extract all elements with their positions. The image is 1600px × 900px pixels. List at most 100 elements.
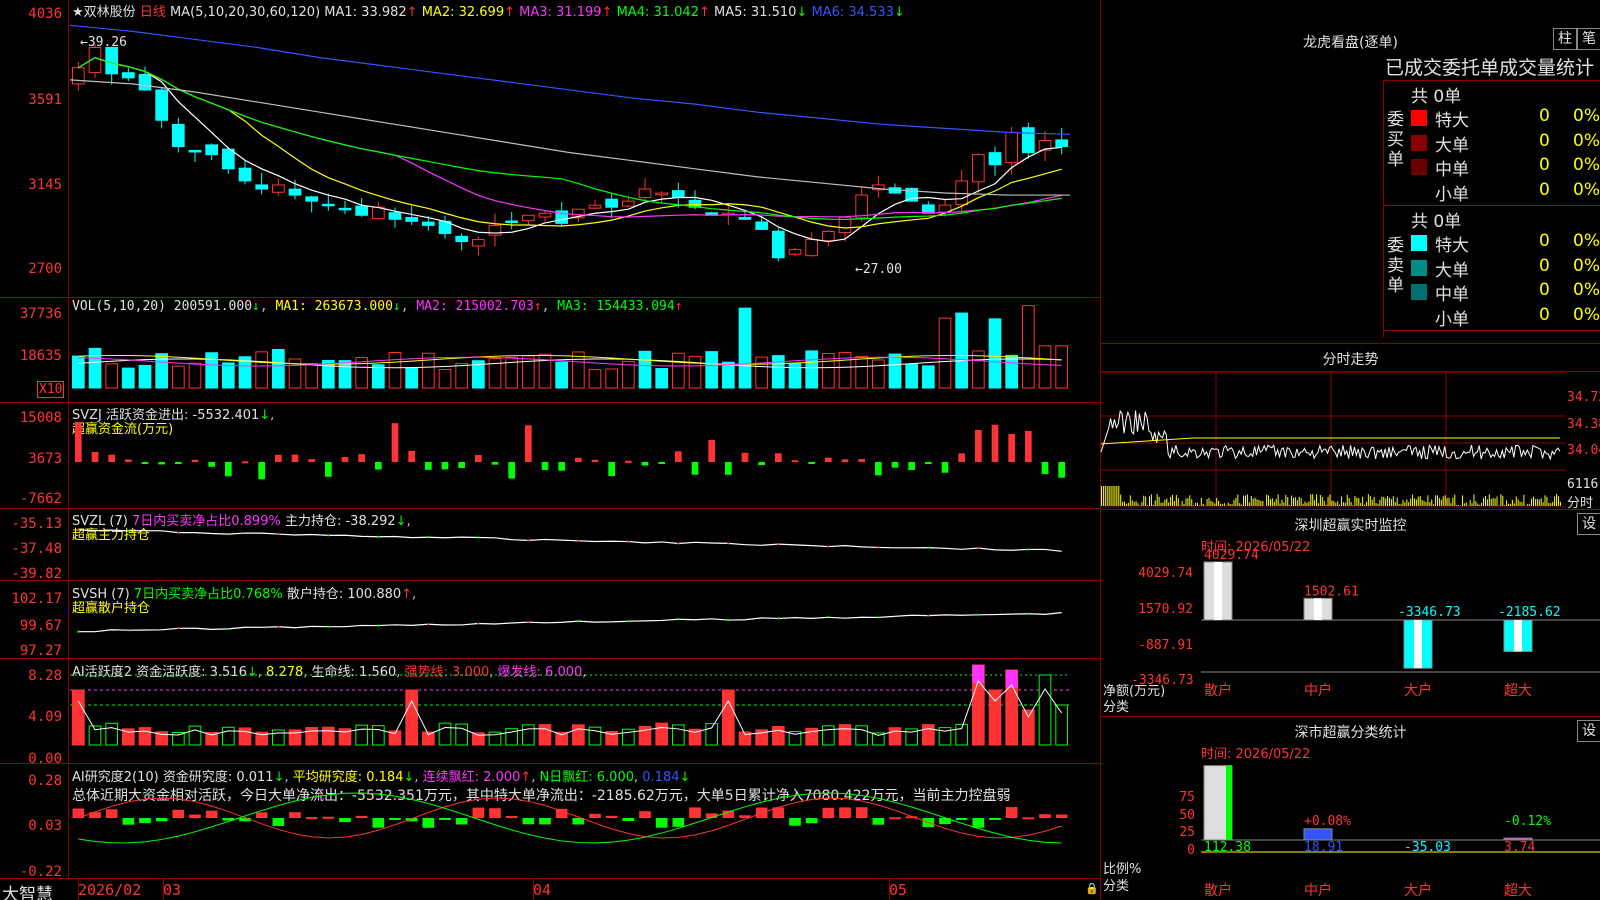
intraday-volume-bar bbox=[1197, 502, 1198, 506]
flow-bar bbox=[925, 462, 932, 465]
monitor-bar-highlight bbox=[1214, 562, 1222, 620]
holding-dot bbox=[877, 616, 880, 619]
stat-pct: 0% bbox=[1573, 130, 1600, 151]
volume-bar bbox=[1005, 354, 1018, 389]
category-label: 中户 bbox=[1304, 682, 1332, 699]
intraday-volume-bar bbox=[1425, 502, 1427, 506]
intraday-volume-bar bbox=[1461, 495, 1463, 506]
intraday-volume-bar bbox=[1321, 496, 1323, 506]
bar-view-button[interactable]: 柱 bbox=[1553, 28, 1577, 50]
price-axis-label: 2700 bbox=[28, 261, 62, 277]
intraday-volume-bar bbox=[1415, 499, 1417, 506]
flow-bar bbox=[991, 424, 999, 462]
flow-bar bbox=[1058, 462, 1065, 478]
intraday-volume-bar bbox=[1337, 501, 1339, 506]
flow-bar bbox=[875, 462, 882, 476]
holding-dot bbox=[627, 540, 630, 543]
intraday-volume-bar bbox=[1511, 499, 1513, 506]
svzl-axis-label: -37.48 bbox=[11, 541, 62, 557]
sell-stat-list: 特大 0 0% 大单 0 0% 中单 0 0% 小单 0 0% bbox=[1409, 231, 1600, 330]
activity-bar bbox=[1055, 704, 1068, 746]
stat-row: 特大 0 0% bbox=[1409, 231, 1600, 256]
holding-dot bbox=[377, 535, 380, 538]
intraday-volume-bar bbox=[1538, 499, 1540, 506]
intraday-volume-bar bbox=[1364, 504, 1366, 506]
research-bar bbox=[639, 811, 651, 818]
intraday-volume-bar bbox=[1310, 494, 1312, 506]
holding-dot bbox=[127, 529, 130, 532]
color-swatch bbox=[1411, 159, 1427, 175]
intraday-volume-bar bbox=[1175, 494, 1177, 506]
intraday-volume-bar bbox=[1456, 504, 1458, 506]
research-bar bbox=[422, 818, 435, 828]
volume-bar bbox=[805, 350, 818, 389]
intraday-volume-bar bbox=[1317, 503, 1319, 506]
intraday-volume-bar bbox=[1556, 494, 1558, 506]
stat-pct: 0% bbox=[1573, 106, 1600, 126]
intraday-volume-bar bbox=[1483, 498, 1485, 506]
research-bar bbox=[255, 812, 268, 818]
stat-count: 0 bbox=[1539, 155, 1550, 175]
intraday-volume-bar bbox=[1125, 503, 1127, 506]
activity-bar bbox=[405, 689, 419, 746]
brand-label[interactable]: 大智慧 bbox=[2, 880, 53, 900]
divider bbox=[1383, 205, 1600, 206]
holding-dot bbox=[177, 627, 180, 630]
research-bar bbox=[539, 818, 551, 825]
flow-bar bbox=[391, 423, 399, 462]
intraday-volume-bar bbox=[1387, 496, 1389, 506]
volume-bar bbox=[772, 355, 785, 389]
intraday-volume-bar bbox=[1231, 504, 1233, 506]
candle-body bbox=[638, 188, 652, 199]
activity-bar bbox=[222, 726, 235, 746]
stat-count: 0 bbox=[1539, 231, 1550, 251]
intraday-volume-bar bbox=[1220, 503, 1222, 506]
intraday-volume-bar bbox=[1490, 498, 1492, 506]
intraday-volume-bar bbox=[1350, 501, 1352, 506]
class-bar-accent bbox=[1226, 765, 1232, 840]
lock-icon[interactable]: 🔒 bbox=[1085, 882, 1099, 895]
research-bar bbox=[189, 814, 201, 818]
intraday-volume-bar bbox=[1250, 495, 1252, 506]
volume-bar bbox=[872, 359, 885, 389]
holding-dot bbox=[277, 625, 280, 628]
flow-bar bbox=[241, 461, 249, 464]
holding-dot bbox=[227, 533, 230, 536]
holding-dot bbox=[1027, 612, 1030, 615]
stat-pct: 0% bbox=[1573, 155, 1600, 175]
intraday-volume-bar bbox=[1145, 496, 1147, 506]
candle-body bbox=[1005, 131, 1018, 164]
stat-name: 特大 bbox=[1435, 236, 1469, 256]
vol-axis-label: 18635 bbox=[19, 348, 62, 364]
volume-bar bbox=[1055, 345, 1068, 389]
intraday-volume-bar bbox=[1177, 498, 1179, 506]
activity-bar bbox=[855, 725, 868, 746]
intraday-volume-bar bbox=[1354, 495, 1356, 506]
intraday-volume-bar bbox=[1275, 498, 1277, 506]
intraday-volume-bar bbox=[1293, 497, 1294, 506]
intraday-volume-bar bbox=[1344, 502, 1346, 506]
flow-bar bbox=[791, 460, 799, 463]
research-bar bbox=[305, 817, 318, 820]
holding-dot bbox=[827, 616, 830, 619]
intraday-volume-bar bbox=[1122, 501, 1124, 506]
intraday-volume-bar bbox=[1440, 499, 1442, 506]
intraday-volume-bar bbox=[1202, 503, 1204, 506]
intraday-volume-bar bbox=[1129, 495, 1131, 506]
pen-view-button[interactable]: 笔 bbox=[1577, 28, 1600, 50]
activity-bar bbox=[1038, 674, 1052, 746]
activity-bar bbox=[838, 724, 852, 746]
stat-pct: 0% bbox=[1573, 231, 1600, 251]
divider bbox=[0, 763, 1100, 764]
research-bar bbox=[105, 809, 118, 818]
intraday-volume-bar bbox=[1385, 498, 1387, 506]
intraday-axis-label: 34.04 bbox=[1567, 443, 1600, 458]
vol-unit-badge[interactable]: X10 bbox=[37, 381, 65, 398]
candle-body bbox=[172, 123, 185, 148]
volume-bar bbox=[72, 355, 85, 389]
intraday-volume-bar bbox=[1266, 494, 1268, 506]
research-bar bbox=[839, 807, 851, 818]
intraday-volume-bar bbox=[1325, 504, 1327, 506]
intraday-volume-bar bbox=[1172, 494, 1174, 506]
intraday-volume-bar bbox=[1377, 503, 1379, 506]
